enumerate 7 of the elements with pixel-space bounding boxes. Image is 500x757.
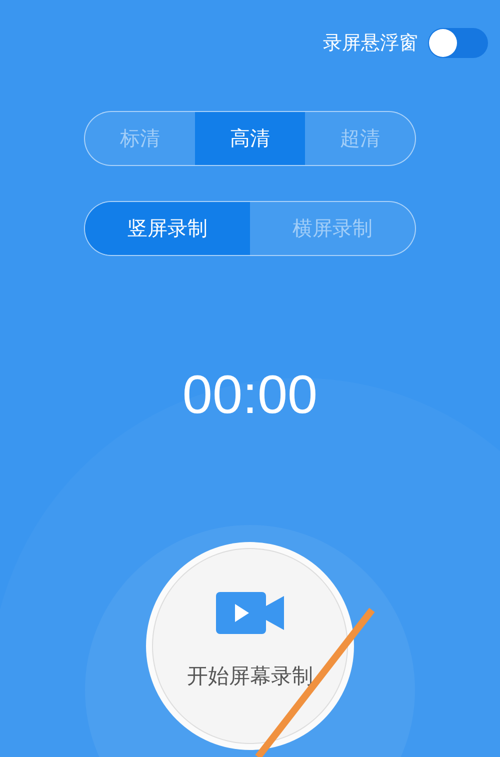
toggle-switch[interactable]	[428, 28, 488, 58]
timer: 00:00	[182, 364, 318, 426]
record-button[interactable]: 开始屏幕录制	[152, 548, 348, 744]
video-camera-icon	[216, 592, 284, 634]
floating-window-label: 录屏悬浮窗	[323, 31, 418, 56]
quality-tab[interactable]: 高清	[195, 112, 305, 165]
orientation-tab[interactable]: 竖屏录制	[85, 202, 250, 255]
